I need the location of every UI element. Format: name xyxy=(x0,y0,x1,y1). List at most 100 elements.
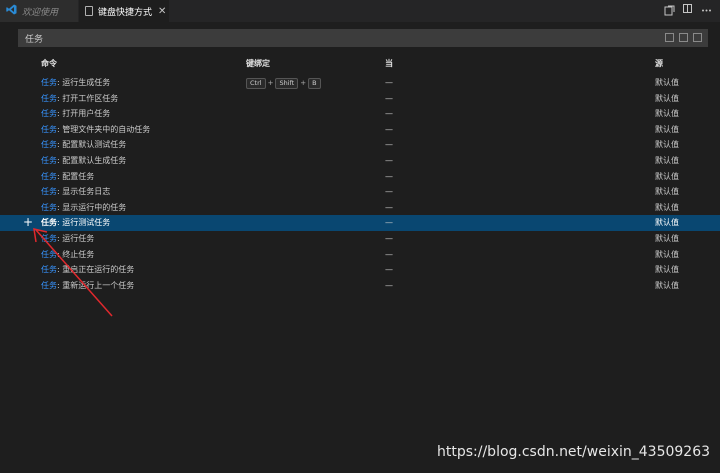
command-cell: 任务: 打开工作区任务 xyxy=(41,91,118,107)
editor-actions xyxy=(663,4,712,16)
when-cell: — xyxy=(385,124,393,134)
add-keybinding-icon[interactable]: + xyxy=(23,215,33,230)
more-actions-icon[interactable] xyxy=(700,4,712,16)
when-cell: — xyxy=(385,155,393,165)
command-cell: 任务: 重启正在运行的任务 xyxy=(41,262,134,278)
command-category: 任务 xyxy=(41,265,57,275)
tab-label: 键盘快捷方式 xyxy=(98,7,153,18)
command-name: 重新运行上一个任务 xyxy=(62,280,135,290)
command-name: 运行测试任务 xyxy=(62,218,111,228)
when-cell: — xyxy=(385,202,393,212)
command-name: 管理文件夹中的自动任务 xyxy=(62,124,151,134)
when-cell: — xyxy=(385,280,393,290)
table-row[interactable]: 任务: 配置默认测试任务 — 默认值 xyxy=(0,137,720,153)
tab-welcome[interactable]: 欢迎使用 xyxy=(0,0,78,22)
tab-bar: 欢迎使用 键盘快捷方式 ✕ xyxy=(0,0,720,22)
open-json-icon[interactable] xyxy=(663,4,675,16)
command-cell: 任务: 运行任务 xyxy=(41,231,94,247)
close-icon[interactable]: ✕ xyxy=(158,6,166,17)
source-cell: 默认值 xyxy=(655,93,679,103)
command-category: 任务 xyxy=(41,124,57,134)
when-cell: — xyxy=(385,233,393,243)
sort-by-precedence-icon[interactable] xyxy=(679,33,688,42)
table-row[interactable]: 任务: 显示运行中的任务 — 默认值 xyxy=(0,200,720,216)
table-header: 命令 键绑定 当 源 xyxy=(0,58,720,72)
command-category: 任务 xyxy=(41,187,57,197)
keybinding-cell: Ctrl + Shift + B xyxy=(246,75,323,92)
command-name: 配置默认生成任务 xyxy=(62,155,127,165)
key-cap: B xyxy=(308,78,321,89)
column-header-keybinding[interactable]: 键绑定 xyxy=(246,58,270,69)
source-cell: 默认值 xyxy=(655,249,679,259)
command-category: 任务 xyxy=(41,109,57,119)
when-cell: — xyxy=(385,187,393,197)
table-row[interactable]: 任务: 管理文件夹中的自动任务 — 默认值 xyxy=(0,122,720,138)
table-row[interactable]: 任务: 配置任务 — 默认值 xyxy=(0,169,720,185)
command-category: 任务 xyxy=(41,280,57,290)
table-row[interactable]: 任务: 运行生成任务 Ctrl + Shift + B — 默认值 xyxy=(0,75,720,91)
command-name: 打开用户任务 xyxy=(62,109,111,119)
command-category: 任务 xyxy=(41,78,57,87)
column-header-source[interactable]: 源 xyxy=(655,58,663,69)
source-cell: 默认值 xyxy=(655,280,679,290)
source-cell: 默认值 xyxy=(655,233,679,243)
table-row[interactable]: 任务: 显示任务日志 — 默认值 xyxy=(0,184,720,200)
command-category: 任务 xyxy=(41,140,57,150)
clear-search-icon[interactable] xyxy=(693,33,702,42)
file-icon xyxy=(85,6,93,16)
when-cell: — xyxy=(385,249,393,259)
command-category: 任务 xyxy=(41,233,57,243)
when-cell: — xyxy=(385,109,393,119)
watermark: https://blog.csdn.net/weixin_43509263 xyxy=(437,444,711,460)
command-name: 运行生成任务 xyxy=(62,78,111,87)
source-cell: 默认值 xyxy=(655,171,679,181)
source-cell: 默认值 xyxy=(655,155,679,165)
source-cell: 默认值 xyxy=(655,265,679,275)
search-input[interactable] xyxy=(18,32,627,44)
source-cell: 默认值 xyxy=(655,124,679,134)
source-cell: 默认值 xyxy=(655,140,679,150)
command-category: 任务 xyxy=(41,249,57,259)
table-row[interactable]: 任务: 运行任务 — 默认值 xyxy=(0,231,720,247)
table-row[interactable]: + 任务: 运行测试任务 — 默认值 xyxy=(0,215,720,231)
table-row[interactable]: 任务: 重新运行上一个任务 — 默认值 xyxy=(0,278,720,294)
command-category: 任务 xyxy=(41,155,57,165)
command-name: 配置默认测试任务 xyxy=(62,140,127,150)
command-name: 打开工作区任务 xyxy=(62,93,119,103)
key-plus: + xyxy=(300,79,307,87)
source-cell: 默认值 xyxy=(655,202,679,212)
command-cell: 任务: 打开用户任务 xyxy=(41,106,110,122)
search-actions xyxy=(665,33,702,42)
when-cell: — xyxy=(385,171,393,181)
when-cell: — xyxy=(385,218,393,228)
command-name: 终止任务 xyxy=(62,249,95,259)
record-keys-icon[interactable] xyxy=(665,33,674,42)
command-category: 任务 xyxy=(41,171,57,181)
column-header-command[interactable]: 命令 xyxy=(41,58,57,69)
tab-keyboard-shortcuts[interactable]: 键盘快捷方式 ✕ xyxy=(79,0,169,22)
key-cap: Ctrl xyxy=(246,78,266,89)
when-cell: — xyxy=(385,93,393,103)
split-editor-icon[interactable] xyxy=(683,4,692,13)
command-cell: 任务: 显示任务日志 xyxy=(41,184,110,200)
command-cell: 任务: 重新运行上一个任务 xyxy=(41,278,134,294)
table-row[interactable]: 任务: 打开工作区任务 — 默认值 xyxy=(0,91,720,107)
command-name: 显示运行中的任务 xyxy=(62,202,127,212)
table-row[interactable]: 任务: 终止任务 — 默认值 xyxy=(0,247,720,263)
command-cell: 任务: 显示运行中的任务 xyxy=(41,200,126,216)
command-cell: 任务: 运行生成任务 xyxy=(41,75,110,91)
command-cell: 任务: 配置任务 xyxy=(41,169,94,185)
command-name: 运行任务 xyxy=(62,233,95,243)
source-cell: 默认值 xyxy=(655,187,679,197)
source-cell: 默认值 xyxy=(655,78,679,87)
table-row[interactable]: 任务: 重启正在运行的任务 — 默认值 xyxy=(0,262,720,278)
column-header-when[interactable]: 当 xyxy=(385,58,393,69)
command-name: 显示任务日志 xyxy=(62,187,111,197)
key-cap: Shift xyxy=(275,78,299,89)
table-row[interactable]: 任务: 打开用户任务 — 默认值 xyxy=(0,106,720,122)
command-name: 配置任务 xyxy=(62,171,95,181)
table-row[interactable]: 任务: 配置默认生成任务 — 默认值 xyxy=(0,153,720,169)
command-cell: 任务: 配置默认生成任务 xyxy=(41,153,126,169)
command-category: 任务 xyxy=(41,218,57,228)
vscode-icon xyxy=(6,4,17,18)
